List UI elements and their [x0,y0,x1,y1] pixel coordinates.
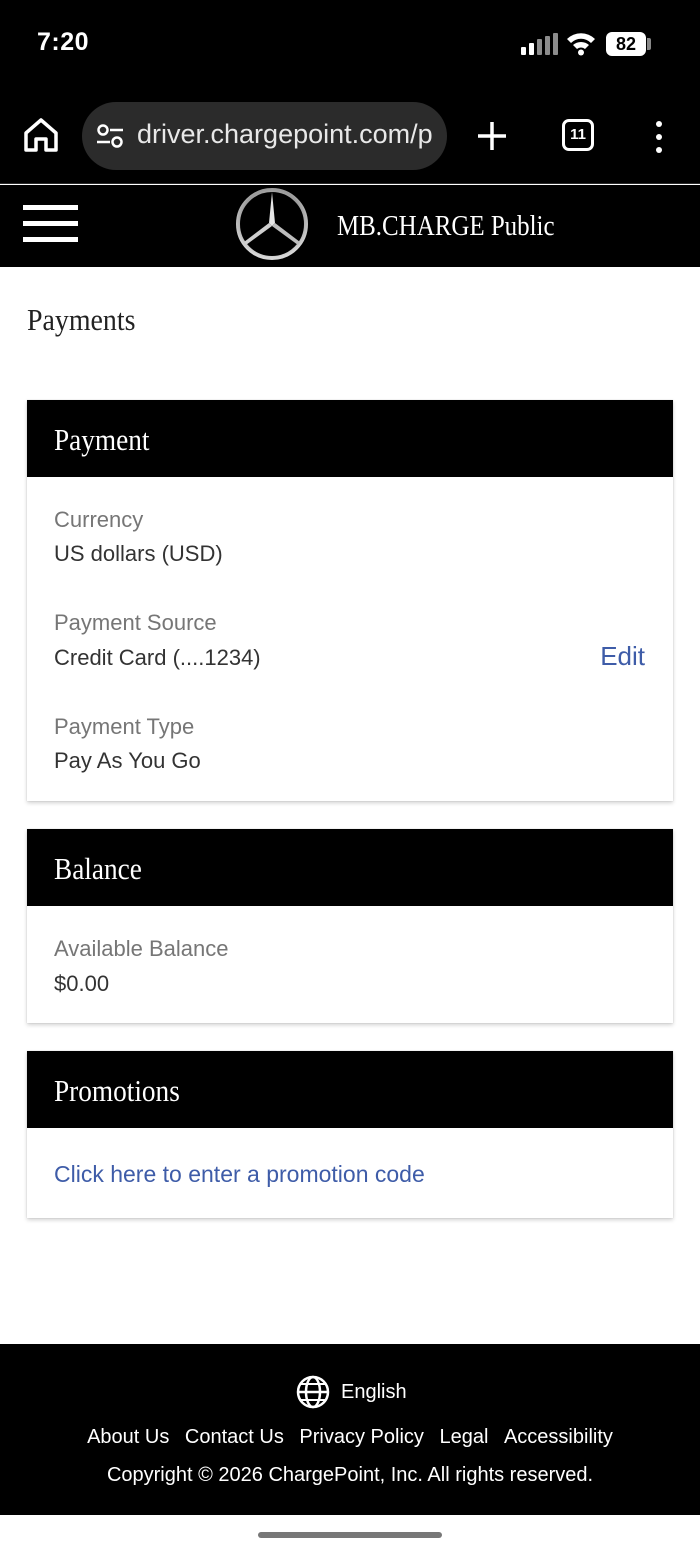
brand-name: MB.CHARGE Public [337,210,555,242]
footer-links: About Us Contact Us Privacy Policy Legal… [0,1426,700,1449]
footer-link-about-us[interactable]: About Us [87,1426,169,1449]
payment-card-header: Payment [27,400,673,477]
home-indicator[interactable] [258,1532,442,1538]
available-balance-value: $0.00 [54,971,110,996]
balance-card: Balance Available Balance $0.00 [27,829,673,1023]
promotion-code-link[interactable]: Click here to enter a promotion code [54,1161,425,1188]
payment-source-label: Payment Source [54,610,217,635]
more-menu-icon[interactable] [653,121,665,153]
url-text: driver.chargepoint.com/p [137,119,433,149]
footer-link-legal[interactable]: Legal [439,1426,488,1449]
browser-toolbar: driver.chargepoint.com/p 11 [0,88,700,184]
currency-label: Currency [54,507,144,532]
status-time: 7:20 [37,28,90,56]
hamburger-menu-icon[interactable] [23,205,78,243]
page-title: Payments [27,302,136,337]
footer-link-privacy-policy[interactable]: Privacy Policy [299,1426,423,1449]
currency-value: US dollars (USD) [54,541,223,566]
site-settings-icon[interactable] [96,123,124,149]
promotions-card-header: Promotions [27,1051,673,1128]
mercedes-star-logo [236,188,308,260]
app-header: MB.CHARGE Public [0,185,700,267]
signal-icon [521,33,559,55]
payment-type-value: Pay As You Go [54,748,201,773]
available-balance-label: Available Balance [54,936,229,961]
balance-card-title: Balance [54,851,142,886]
new-tab-icon[interactable] [474,118,510,154]
wifi-icon [567,33,595,56]
language-selector[interactable]: English [341,1381,407,1404]
home-icon[interactable] [22,116,60,154]
footer-link-contact-us[interactable]: Contact Us [185,1426,284,1449]
payment-source-value: Credit Card (....1234) [54,645,261,670]
payment-type-label: Payment Type [54,714,195,739]
edit-payment-source-link[interactable]: Edit [600,641,645,672]
status-bar: 7:20 82 [0,0,700,88]
copyright-text: Copyright © 2026 ChargePoint, Inc. All r… [106,1464,594,1486]
payment-card-title: Payment [54,422,150,457]
balance-card-header: Balance [27,829,673,906]
battery-tip [647,38,651,50]
footer: English About Us Contact Us Privacy Poli… [0,1344,700,1515]
globe-icon[interactable] [296,1375,330,1409]
gesture-area [0,1515,700,1556]
promotions-card-title: Promotions [54,1073,180,1108]
payment-card: Payment Currency US dollars (USD) Paymen… [27,400,673,801]
battery-icon: 82 [606,32,646,56]
promotions-card: Promotions Click here to enter a promoti… [27,1051,673,1218]
footer-link-accessibility[interactable]: Accessibility [504,1426,613,1449]
tab-switcher-button[interactable]: 11 [562,119,594,151]
address-bar[interactable]: driver.chargepoint.com/p [82,102,447,170]
